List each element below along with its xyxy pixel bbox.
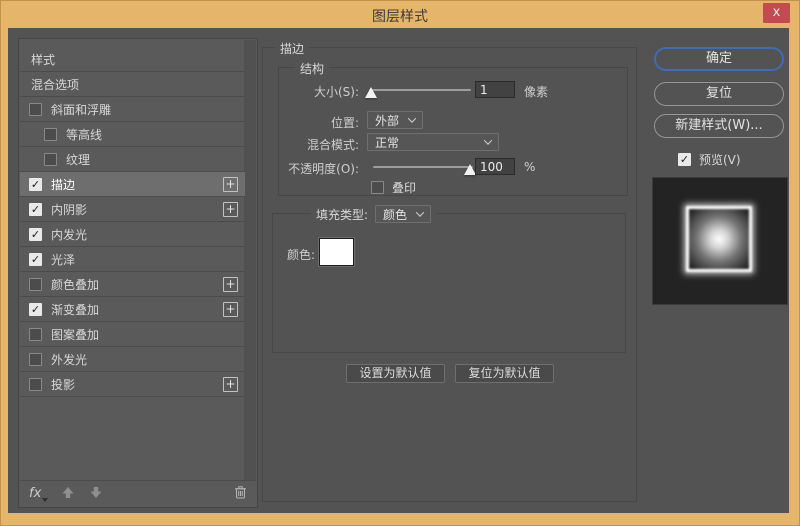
size-label: 大小(S):	[313, 85, 359, 99]
effect-label: 外发光	[51, 352, 88, 367]
effect-label: 渐变叠加	[51, 302, 100, 317]
effect-row-7[interactable]: ✓ 内发光	[20, 222, 245, 247]
effect-checkbox[interactable]: ✓	[29, 227, 42, 241]
chevron-down-icon	[415, 208, 425, 217]
dialog-content: 样式混合选项斜面和浮雕等高线纹理 ✓ 描边 + ✓ 内阴影 + ✓ 内发光 ✓ 光泽颜色叠加 + ✓ 渐变…	[8, 28, 789, 513]
effect-checkbox[interactable]	[44, 127, 57, 141]
move-effect-down-icon[interactable]	[89, 486, 103, 502]
effect-row-13[interactable]: 投影 +	[20, 372, 245, 397]
effect-label: 内阴影	[51, 202, 88, 217]
blend-mode-label: 混合模式:	[306, 138, 359, 152]
size-slider[interactable]	[365, 87, 471, 98]
add-effect-instance-icon[interactable]: +	[223, 176, 238, 192]
effect-label: 样式	[31, 52, 56, 67]
add-effect-instance-icon[interactable]: +	[223, 301, 238, 317]
reset-button[interactable]: 复位	[654, 82, 784, 106]
effect-row-2[interactable]: 斜面和浮雕	[20, 97, 245, 122]
effect-checkbox[interactable]: ✓	[29, 302, 42, 316]
effect-label: 投影	[51, 377, 76, 392]
fill-type-label: 填充类型:	[316, 207, 369, 222]
effect-row-11[interactable]: 图案叠加	[20, 322, 245, 347]
effect-checkbox[interactable]	[44, 152, 57, 166]
effect-label: 纹理	[66, 152, 91, 167]
effect-label: 颜色叠加	[51, 277, 100, 292]
dialog-title: 图层样式	[372, 9, 428, 25]
sidebar-footer-toolbar: fx	[20, 480, 256, 506]
effect-checkbox[interactable]: ✓	[29, 252, 42, 266]
fx-menu-icon[interactable]: fx	[29, 486, 49, 502]
effect-row-0[interactable]: 样式	[20, 47, 245, 72]
effect-row-8[interactable]: ✓ 光泽	[20, 247, 245, 272]
preview-toggle-row: ✓ 预览(V)	[678, 151, 741, 168]
opacity-unit-label: %	[524, 160, 536, 174]
overprint-row: 叠印	[371, 179, 416, 196]
effect-label: 混合选项	[31, 77, 80, 92]
chevron-down-icon	[407, 114, 417, 123]
add-effect-instance-icon[interactable]: +	[223, 376, 238, 392]
size-input[interactable]: 1	[475, 81, 515, 98]
effect-row-4[interactable]: 纹理	[20, 147, 245, 172]
opacity-label: 不透明度(O):	[288, 162, 359, 176]
style-preview-panel	[652, 177, 788, 305]
structure-group: 结构 大小(S): 1 像素 位置: 外部 混合模式: 正常 不透明度(O):	[278, 60, 628, 196]
add-effect-instance-icon[interactable]: +	[223, 276, 238, 292]
effect-row-6[interactable]: ✓ 内阴影 +	[20, 197, 245, 222]
effects-sidebar: 样式混合选项斜面和浮雕等高线纹理 ✓ 描边 + ✓ 内阴影 + ✓ 内发光 ✓ 光泽颜色叠加 + ✓ 渐变…	[18, 38, 258, 508]
effect-row-9[interactable]: 颜色叠加 +	[20, 272, 245, 297]
reset-default-button[interactable]: 复位为默认值	[455, 364, 554, 383]
opacity-slider[interactable]	[373, 164, 476, 175]
effect-label: 描边	[51, 177, 76, 192]
overprint-checkbox[interactable]	[371, 181, 384, 194]
effect-checkbox[interactable]	[29, 277, 42, 291]
make-default-button[interactable]: 设置为默认值	[346, 364, 445, 383]
effect-label: 等高线	[66, 127, 103, 142]
effect-checkbox[interactable]	[29, 377, 42, 391]
delete-effect-icon[interactable]	[234, 485, 247, 502]
effect-checkbox[interactable]	[29, 102, 42, 116]
effects-list: 样式混合选项斜面和浮雕等高线纹理 ✓ 描边 + ✓ 内阴影 + ✓ 内发光 ✓ 光泽颜色叠加 + ✓ 渐变…	[20, 47, 245, 397]
effect-row-12[interactable]: 外发光	[20, 347, 245, 372]
size-unit-label: 像素	[524, 85, 549, 99]
effect-label: 内发光	[51, 227, 88, 242]
add-effect-instance-icon[interactable]: +	[223, 201, 238, 217]
fill-type-group: 填充类型: 颜色 颜色:	[272, 205, 626, 353]
layer-style-dialog: 图层样式 x 样式 混合选项 斜面和浮雕 等高线 纹理 ✓ 描边 + ✓ 内阴影 + ✓ 内发光 ✓ 光泽颜…	[0, 0, 800, 526]
stroke-group-title: 描边	[275, 40, 310, 57]
titlebar[interactable]: 图层样式 x	[0, 0, 800, 28]
opacity-input[interactable]: 100	[475, 158, 515, 175]
effect-label: 斜面和浮雕	[51, 102, 112, 117]
chevron-down-icon	[483, 136, 493, 145]
position-label: 位置:	[330, 116, 359, 130]
fill-type-select[interactable]: 颜色	[375, 205, 432, 223]
effect-label: 光泽	[51, 252, 76, 267]
effect-checkbox[interactable]	[29, 352, 42, 366]
effect-row-3[interactable]: 等高线	[20, 122, 245, 147]
ok-button[interactable]: 确定	[654, 47, 784, 71]
effect-checkbox[interactable]: ✓	[29, 202, 42, 216]
preview-label: 预览(V)	[699, 153, 741, 167]
effect-row-10[interactable]: ✓ 渐变叠加 +	[20, 297, 245, 322]
new-style-button[interactable]: 新建样式(W)...	[654, 114, 784, 138]
effect-checkbox[interactable]: ✓	[29, 177, 42, 191]
preview-checkbox[interactable]: ✓	[678, 153, 691, 166]
sidebar-scrollbar[interactable]	[244, 40, 256, 480]
color-label: 颜色:	[287, 248, 316, 262]
fx-caret-icon	[42, 498, 49, 502]
size-slider-thumb[interactable]	[365, 87, 378, 98]
position-select[interactable]: 外部	[367, 111, 423, 129]
effect-row-1[interactable]: 混合选项	[20, 72, 245, 97]
overprint-label: 叠印	[392, 181, 417, 195]
stroke-color-swatch[interactable]	[319, 238, 354, 266]
effect-row-5[interactable]: ✓ 描边 +	[20, 172, 245, 197]
fill-type-header: 填充类型: 颜色	[311, 205, 437, 223]
effect-label: 图案叠加	[51, 327, 100, 342]
move-effect-up-icon[interactable]	[61, 486, 75, 502]
style-preview-thumbnail	[686, 206, 752, 272]
structure-group-title: 结构	[295, 60, 330, 77]
close-icon[interactable]: x	[763, 3, 790, 23]
blend-mode-select[interactable]: 正常	[367, 133, 499, 151]
effect-checkbox[interactable]	[29, 327, 42, 341]
